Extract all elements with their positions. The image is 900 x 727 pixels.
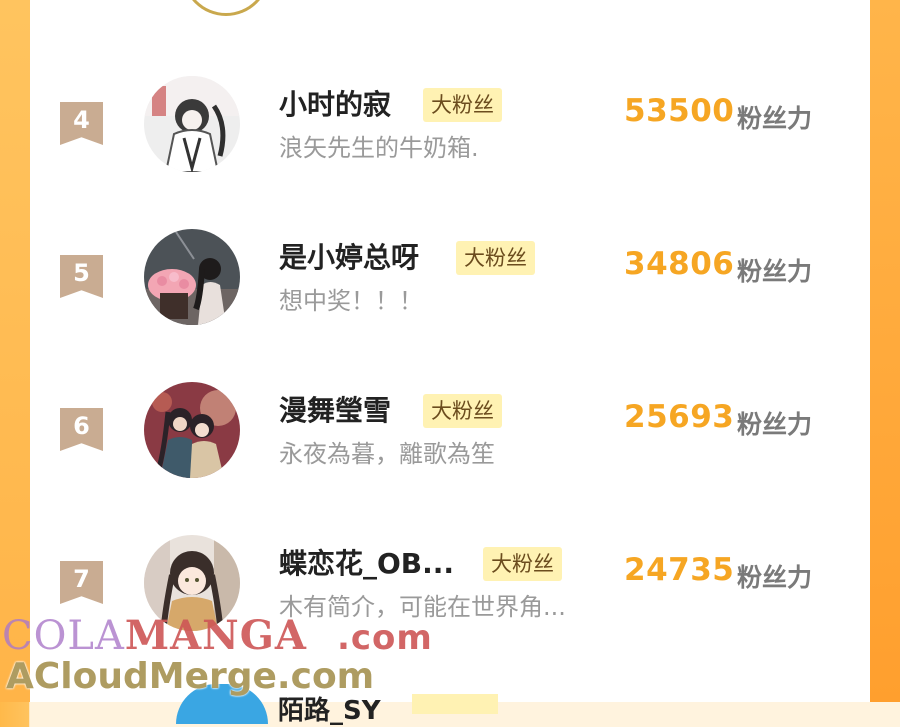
avatar[interactable]: [144, 229, 240, 325]
right-border: [870, 0, 900, 702]
list-item[interactable]: 4 小时的寂 大粉丝 浪矢先生的牛奶箱. 53500 粉丝力: [30, 76, 870, 250]
user-bio: 永夜為暮，離歌為笙: [279, 440, 495, 468]
fan-level-badge: 大粉丝: [423, 88, 502, 122]
rank-badge: 6: [60, 408, 103, 451]
user-bio: 浪矢先生的牛奶箱.: [279, 134, 479, 162]
fan-power-label: 粉丝力: [737, 563, 813, 592]
fan-level-badge: 大粉丝: [423, 394, 502, 428]
fan-power-score: 25693: [624, 399, 735, 435]
rank-badge: 5: [60, 255, 103, 298]
rank-badge: 7: [60, 561, 103, 604]
watermark-acloudmerge: ACloudMerge.com: [6, 656, 375, 697]
user-name[interactable]: 漫舞瑩雪: [279, 389, 391, 429]
user-name[interactable]: 是小婷总呀: [279, 236, 419, 276]
fan-level-badge: 大粉丝: [456, 241, 535, 275]
fan-power-label: 粉丝力: [737, 104, 813, 133]
fan-level-badge: 大粉丝: [483, 547, 562, 581]
fan-power-label: 粉丝力: [737, 410, 813, 439]
fan-level-badge: [412, 694, 498, 714]
fan-power-label: 粉丝力: [737, 257, 813, 286]
watermark-part: MANGA: [124, 612, 307, 659]
previous-avatar-frame: [182, 0, 270, 16]
list-item[interactable]: 5 是小婷总呀 大粉丝 想中奖！！！ 34806 粉丝力: [30, 229, 870, 403]
user-name[interactable]: 蝶恋花_OB...: [279, 542, 454, 582]
fan-power-score: 24735: [624, 552, 735, 588]
ranking-panel: 4 小时的寂 大粉丝 浪矢先生的牛奶箱. 53500 粉丝力 5 是小婷总呀 大…: [30, 0, 870, 726]
avatar[interactable]: [144, 76, 240, 172]
fan-power-score: 34806: [624, 246, 735, 282]
user-bio: 想中奖！！！: [279, 287, 423, 315]
avatar[interactable]: [144, 382, 240, 478]
watermark-colamanga: COLAMANGA .com: [2, 612, 433, 659]
fan-power-score: 53500: [624, 93, 735, 129]
watermark-part: .com: [336, 618, 433, 658]
rank-badge: 4: [60, 102, 103, 145]
watermark-part: COLA: [2, 613, 125, 659]
list-item[interactable]: 6 漫舞瑩雪 大粉丝 永夜為暮，離歌為笙 25693 粉丝力: [30, 382, 870, 556]
left-border: [0, 0, 30, 702]
user-name[interactable]: 小时的寂: [279, 83, 391, 123]
